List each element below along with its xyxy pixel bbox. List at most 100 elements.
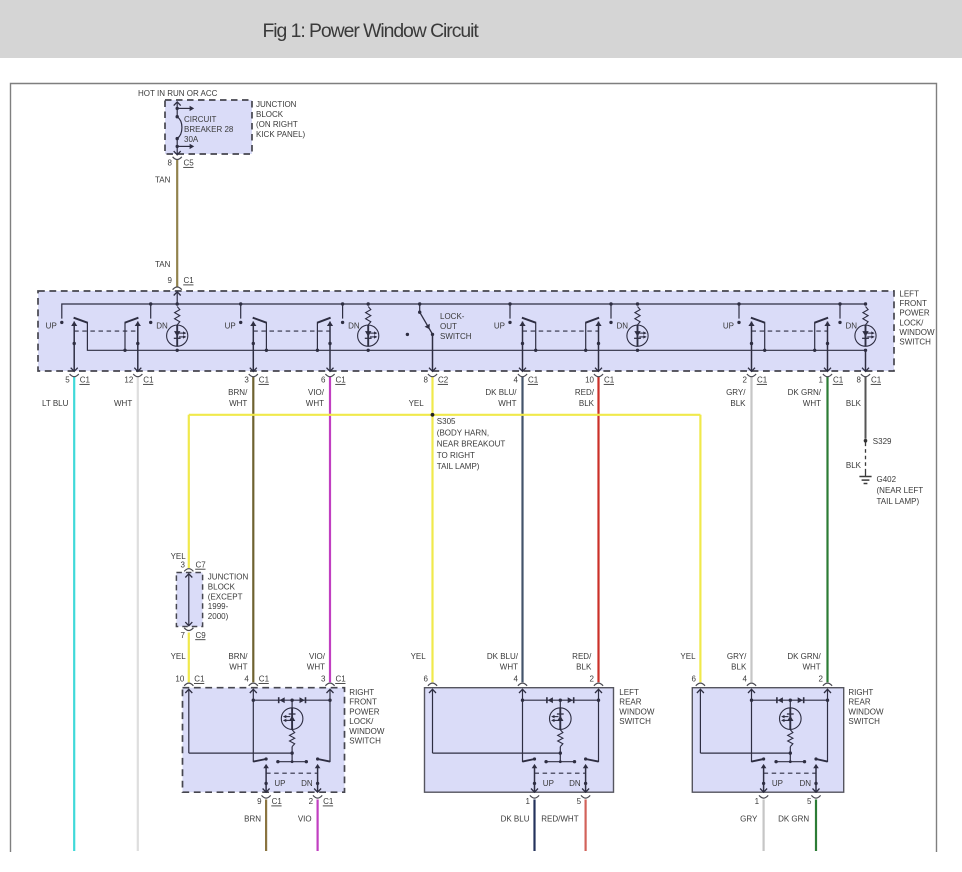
svg-text:BLK: BLK <box>846 399 862 408</box>
svg-text:SWITCH: SWITCH <box>619 717 651 726</box>
svg-text:2: 2 <box>309 797 314 806</box>
svg-text:WINDOW: WINDOW <box>619 707 655 716</box>
svg-text:9: 9 <box>257 797 262 806</box>
svg-text:DK GRN/: DK GRN/ <box>787 652 821 661</box>
svg-text:WINDOW: WINDOW <box>349 727 385 736</box>
svg-text:S305: S305 <box>437 417 456 426</box>
svg-text:OUT: OUT <box>440 322 457 331</box>
svg-text:5: 5 <box>65 376 70 385</box>
svg-text:4: 4 <box>514 675 519 684</box>
svg-text:BRN/: BRN/ <box>228 388 248 397</box>
svg-text:RED/: RED/ <box>575 388 595 397</box>
svg-text:C1: C1 <box>259 675 270 684</box>
svg-text:WINDOW: WINDOW <box>848 707 884 716</box>
svg-text:5: 5 <box>577 797 582 806</box>
svg-text:REAR: REAR <box>619 698 641 707</box>
svg-text:DK GRN/: DK GRN/ <box>788 388 822 397</box>
svg-text:LOCK-: LOCK- <box>440 312 465 321</box>
svg-text:UP: UP <box>494 322 505 331</box>
svg-text:8: 8 <box>857 376 862 385</box>
svg-text:G402: G402 <box>877 475 897 484</box>
svg-text:12: 12 <box>124 376 133 385</box>
svg-text:C1: C1 <box>871 376 882 385</box>
svg-text:30A: 30A <box>184 135 199 144</box>
svg-text:YEL: YEL <box>411 652 427 661</box>
svg-text:UP: UP <box>46 322 57 331</box>
svg-text:BREAKER 28: BREAKER 28 <box>184 125 234 134</box>
svg-text:TAN: TAN <box>155 260 171 269</box>
svg-text:JUNCTION: JUNCTION <box>256 100 297 109</box>
svg-text:DK BLU/: DK BLU/ <box>485 388 517 397</box>
svg-text:YEL: YEL <box>409 399 425 408</box>
svg-text:GRY: GRY <box>740 815 758 824</box>
svg-text:Fig 1: Power Window Circuit: Fig 1: Power Window Circuit <box>263 20 480 42</box>
svg-text:(EXCEPT: (EXCEPT <box>208 592 243 601</box>
svg-text:5: 5 <box>807 797 812 806</box>
svg-text:C1: C1 <box>528 376 539 385</box>
svg-text:CIRCUIT: CIRCUIT <box>184 115 217 124</box>
svg-text:C1: C1 <box>336 675 347 684</box>
svg-text:2000): 2000) <box>208 612 229 621</box>
svg-text:1999-: 1999- <box>208 602 229 611</box>
svg-text:SWITCH: SWITCH <box>349 737 381 746</box>
svg-text:C1: C1 <box>80 376 91 385</box>
svg-text:RED/WHT: RED/WHT <box>541 815 578 824</box>
svg-text:VIO/: VIO/ <box>309 652 326 661</box>
svg-text:SWITCH: SWITCH <box>899 338 931 347</box>
svg-text:4: 4 <box>244 675 249 684</box>
svg-text:LEFT: LEFT <box>899 290 919 299</box>
svg-text:C1: C1 <box>336 376 347 385</box>
svg-text:FRONT: FRONT <box>899 299 927 308</box>
svg-text:TAIL LAMP): TAIL LAMP) <box>437 462 480 471</box>
svg-text:3: 3 <box>321 675 326 684</box>
svg-text:2: 2 <box>590 675 595 684</box>
svg-text:7: 7 <box>181 631 186 640</box>
svg-text:VIO/: VIO/ <box>308 388 325 397</box>
svg-text:(BODY HARN,: (BODY HARN, <box>437 428 489 437</box>
svg-text:WHT: WHT <box>500 662 518 671</box>
svg-text:RED/: RED/ <box>572 652 592 661</box>
svg-text:LOCK/: LOCK/ <box>349 717 374 726</box>
svg-text:BLK: BLK <box>846 461 862 470</box>
svg-text:C1: C1 <box>259 376 270 385</box>
svg-text:WHT: WHT <box>802 662 820 671</box>
svg-text:C7: C7 <box>196 560 207 569</box>
svg-text:C5: C5 <box>184 159 195 168</box>
svg-text:10: 10 <box>175 675 184 684</box>
svg-text:FRONT: FRONT <box>349 698 377 707</box>
svg-text:C9: C9 <box>196 631 207 640</box>
svg-text:1: 1 <box>526 797 531 806</box>
svg-text:GRY/: GRY/ <box>726 388 746 397</box>
svg-text:10: 10 <box>585 376 594 385</box>
svg-text:UP: UP <box>723 322 734 331</box>
svg-text:WHT: WHT <box>803 399 821 408</box>
svg-text:VIO: VIO <box>298 815 312 824</box>
svg-text:WINDOW: WINDOW <box>899 328 935 337</box>
svg-text:C1: C1 <box>194 675 205 684</box>
svg-text:9: 9 <box>168 276 173 285</box>
svg-text:6: 6 <box>321 376 326 385</box>
svg-text:YEL: YEL <box>680 652 696 661</box>
svg-text:DK BLU: DK BLU <box>501 815 530 824</box>
svg-text:GRY/: GRY/ <box>727 652 747 661</box>
svg-text:4: 4 <box>743 675 748 684</box>
svg-text:RIGHT: RIGHT <box>848 688 873 697</box>
svg-text:WHT: WHT <box>229 399 247 408</box>
svg-text:C1: C1 <box>272 797 283 806</box>
svg-text:3: 3 <box>181 560 186 569</box>
svg-text:WHT: WHT <box>306 399 324 408</box>
svg-text:(NEAR LEFT: (NEAR LEFT <box>877 486 924 495</box>
svg-text:HOT IN RUN OR ACC: HOT IN RUN OR ACC <box>138 89 218 98</box>
svg-text:WHT: WHT <box>307 662 325 671</box>
svg-text:2: 2 <box>743 376 748 385</box>
svg-text:BLK: BLK <box>576 662 592 671</box>
svg-text:SWITCH: SWITCH <box>848 717 880 726</box>
svg-text:LOCK/: LOCK/ <box>899 318 924 327</box>
svg-text:TO RIGHT: TO RIGHT <box>437 451 475 460</box>
svg-text:RIGHT: RIGHT <box>349 688 374 697</box>
svg-text:DN: DN <box>846 322 858 331</box>
svg-text:UP: UP <box>274 779 285 788</box>
svg-text:6: 6 <box>691 675 696 684</box>
svg-text:YEL: YEL <box>171 652 187 661</box>
svg-text:REAR: REAR <box>848 698 870 707</box>
